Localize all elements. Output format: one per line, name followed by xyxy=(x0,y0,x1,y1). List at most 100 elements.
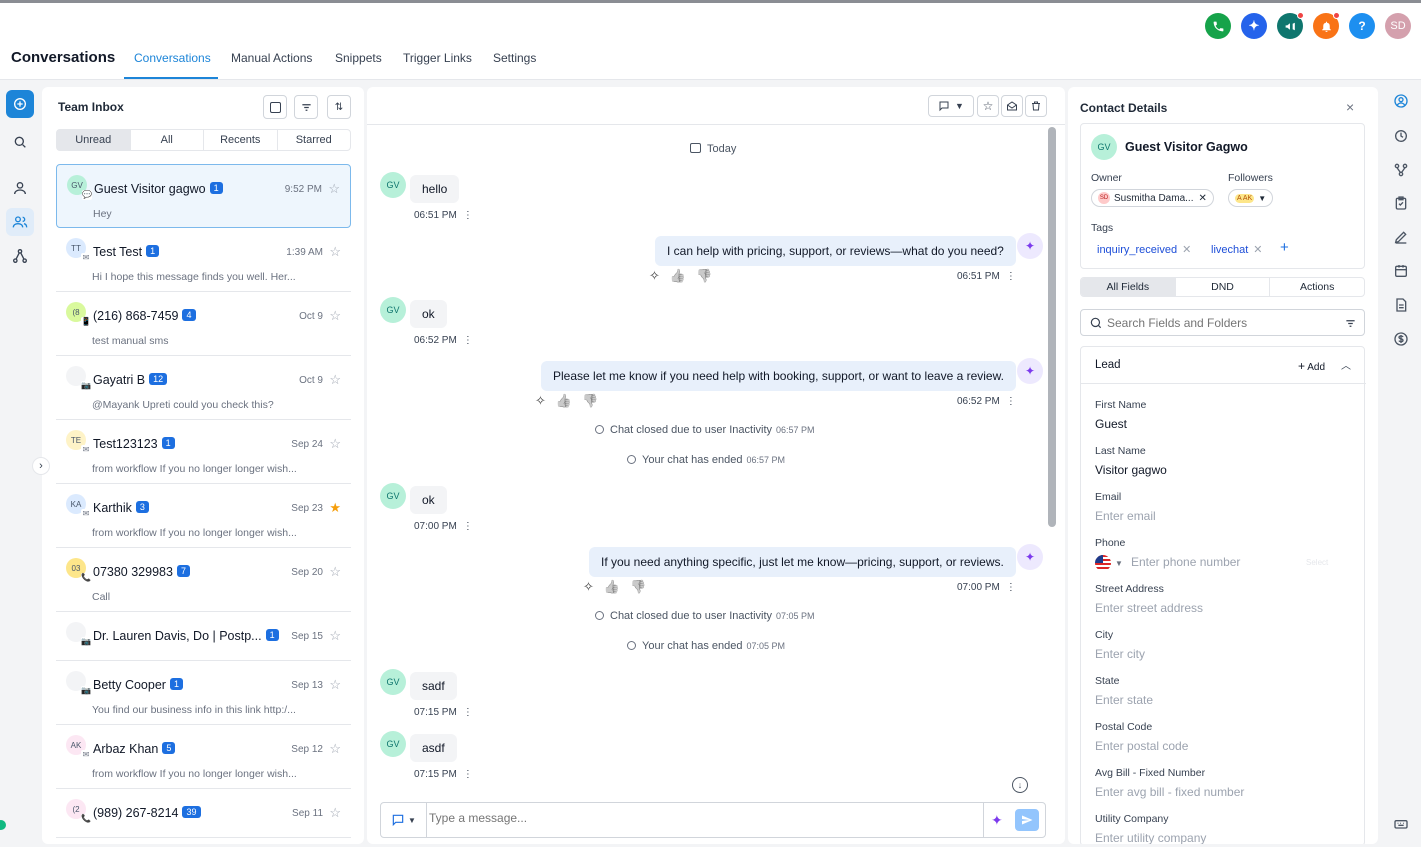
add-tag-button[interactable]: + xyxy=(1280,239,1289,256)
more-options-icon[interactable]: ⋮ xyxy=(1006,396,1016,407)
tab-actions[interactable]: Actions xyxy=(1269,278,1364,296)
field-input[interactable]: Enter street address xyxy=(1095,601,1203,615)
field-input[interactable]: Enter city xyxy=(1095,647,1145,661)
conversation-item[interactable]: AK ✉ Arbaz Khan 5 Sep 12 ☆ from workflow If yo… xyxy=(56,725,351,789)
star-icon[interactable]: ☆ xyxy=(329,741,341,757)
scroll-down-button[interactable]: ↓ xyxy=(1012,777,1028,793)
conversation-item[interactable]: 📷 Gayatri B 12 Oct 9 ☆ @Mayank Upreti could y… xyxy=(56,356,351,420)
star-icon[interactable]: ☆ xyxy=(329,372,341,388)
star-icon[interactable]: ☆ xyxy=(329,628,341,644)
mark-read-button[interactable] xyxy=(1001,95,1023,117)
followers-chip[interactable]: A AK ▼ xyxy=(1228,189,1274,207)
channel-selector[interactable]: ▼ xyxy=(381,803,427,837)
star-icon[interactable]: ☆ xyxy=(329,805,341,821)
rail-workflows[interactable] xyxy=(6,242,34,270)
field-input[interactable]: Enter avg bill - fixed number xyxy=(1095,785,1244,799)
thumbs-down-icon[interactable]: 👎 xyxy=(630,579,656,594)
remove-tag-icon[interactable]: ✕ xyxy=(1253,244,1262,256)
more-options-icon[interactable]: ⋮ xyxy=(1006,582,1016,593)
rail-team-inbox[interactable] xyxy=(6,208,34,236)
star-conversation-button[interactable]: ☆ xyxy=(977,95,999,117)
field-input[interactable]: Enter email xyxy=(1095,509,1156,523)
rail-contact[interactable] xyxy=(1391,91,1411,111)
field-value[interactable]: Guest xyxy=(1095,417,1127,431)
remove-owner-icon[interactable]: ✕ xyxy=(1198,193,1206,204)
country-code-selector[interactable]: ▼ xyxy=(1095,555,1123,571)
filter-button[interactable] xyxy=(294,95,318,119)
filter-all[interactable]: All xyxy=(131,130,204,150)
sort-button[interactable]: ⇅ xyxy=(327,95,351,119)
chat-scrollbar[interactable] xyxy=(1048,127,1056,527)
more-options-icon[interactable]: ⋮ xyxy=(463,707,473,718)
filter-starred[interactable]: Starred xyxy=(278,130,351,150)
tab-trigger-links[interactable]: Trigger Links xyxy=(403,51,472,65)
tab-snippets[interactable]: Snippets xyxy=(335,51,382,65)
thumbs-up-icon[interactable]: 👍 xyxy=(670,268,696,283)
tab-all-fields[interactable]: All Fields xyxy=(1081,278,1175,296)
thumbs-up-icon[interactable]: 👍 xyxy=(556,393,582,408)
tab-settings[interactable]: Settings xyxy=(493,51,536,65)
thumbs-down-icon[interactable]: 👎 xyxy=(582,393,608,408)
more-options-icon[interactable]: ⋮ xyxy=(463,521,473,532)
more-options-icon[interactable]: ⋮ xyxy=(1006,271,1016,282)
field-input[interactable]: Enter utility company xyxy=(1095,831,1206,844)
field-search-input[interactable] xyxy=(1107,316,1327,330)
conversation-item[interactable]: 📷 Betty Cooper 1 Sep 13 ☆ You find our busine… xyxy=(56,661,351,725)
star-icon[interactable]: ☆ xyxy=(329,677,341,693)
rail-opportunities[interactable] xyxy=(1391,160,1411,180)
phone-type-select[interactable]: Select xyxy=(1306,558,1328,567)
phone-button[interactable] xyxy=(1205,13,1231,39)
thumbs-up-icon[interactable]: 👍 xyxy=(604,579,630,594)
conversation-item[interactable]: (2 📞 (989) 267-8214 39 Sep 11 ☆ xyxy=(56,789,351,838)
rail-my-inbox[interactable] xyxy=(6,174,34,202)
star-icon[interactable]: ☆ xyxy=(329,308,341,324)
tab-dnd[interactable]: DND xyxy=(1174,278,1270,296)
delete-button[interactable] xyxy=(1025,95,1047,117)
rail-tasks[interactable] xyxy=(1391,193,1411,213)
rail-search[interactable] xyxy=(6,128,34,156)
notifications-button[interactable] xyxy=(1313,12,1340,39)
send-button[interactable] xyxy=(1015,809,1039,831)
ai-compose-button[interactable]: ✦ xyxy=(991,812,1003,829)
more-options-icon[interactable]: ⋮ xyxy=(463,210,473,221)
message-input[interactable] xyxy=(429,811,929,825)
select-all-checkbox[interactable] xyxy=(263,95,287,119)
phone-input[interactable]: Enter phone number xyxy=(1131,555,1240,569)
ai-assistant-button[interactable]: ✦ xyxy=(1241,13,1267,39)
rail-payments[interactable] xyxy=(1391,329,1411,349)
ai-sparkle-icon[interactable]: ✧ xyxy=(583,579,604,594)
owner-chip[interactable]: SD Susmitha Dama... ✕ xyxy=(1091,189,1214,207)
field-input[interactable]: Enter state xyxy=(1095,693,1153,707)
thumbs-down-icon[interactable]: 👎 xyxy=(696,268,722,283)
filter-unread[interactable]: Unread xyxy=(57,130,131,150)
more-options-icon[interactable]: ⋮ xyxy=(463,335,473,346)
conversation-item[interactable]: GV 💬 Guest Visitor gagwo 1 9:52 PM ☆ Hey xyxy=(56,164,351,228)
rail-calendar[interactable] xyxy=(1391,261,1411,281)
star-icon[interactable]: ☆ xyxy=(328,181,340,197)
help-button[interactable]: ? xyxy=(1349,13,1375,39)
field-value[interactable]: Visitor gagwo xyxy=(1095,463,1167,477)
star-icon[interactable]: ★ xyxy=(329,500,341,516)
close-panel-button[interactable]: × xyxy=(1346,99,1354,115)
rail-new-chat[interactable] xyxy=(6,90,34,118)
star-icon[interactable]: ☆ xyxy=(329,244,341,260)
rail-keyboard[interactable] xyxy=(1391,814,1411,834)
filter-icon[interactable] xyxy=(1345,318,1356,329)
conversation-item[interactable]: TT ✉ Test Test 1 1:39 AM ☆ Hi I hope this mess… xyxy=(56,228,351,292)
more-options-icon[interactable]: ⋮ xyxy=(463,769,473,780)
conversation-item[interactable]: (8 📱 (216) 868-7459 4 Oct 9 ☆ test manual sms xyxy=(56,292,351,356)
tab-conversations[interactable]: Conversations xyxy=(134,51,211,65)
field-input[interactable]: Enter postal code xyxy=(1095,739,1188,753)
ai-sparkle-icon[interactable]: ✧ xyxy=(649,268,670,283)
collapse-section-button[interactable]: ︿ xyxy=(1341,357,1351,372)
expand-rail-button[interactable]: › xyxy=(32,457,50,475)
remove-tag-icon[interactable]: ✕ xyxy=(1182,244,1191,256)
rail-notes[interactable] xyxy=(1391,227,1411,247)
ai-sparkle-icon[interactable]: ✧ xyxy=(535,393,556,408)
conversation-item[interactable]: 📷 Dr. Lauren Davis, Do | Postp... 1 Sep 15 ☆ xyxy=(56,612,351,661)
assign-dropdown[interactable]: ▼ xyxy=(928,95,974,117)
conversation-item[interactable]: KA ✉ Karthik 3 Sep 23 ★ from workflow If you n… xyxy=(56,484,351,548)
conversation-item[interactable]: TE ✉ Test123123 1 Sep 24 ☆ from workflow If yo… xyxy=(56,420,351,484)
star-icon[interactable]: ☆ xyxy=(329,436,341,452)
conversation-item[interactable]: 03 📞 07380 329983 7 Sep 20 ☆ Call xyxy=(56,548,351,612)
